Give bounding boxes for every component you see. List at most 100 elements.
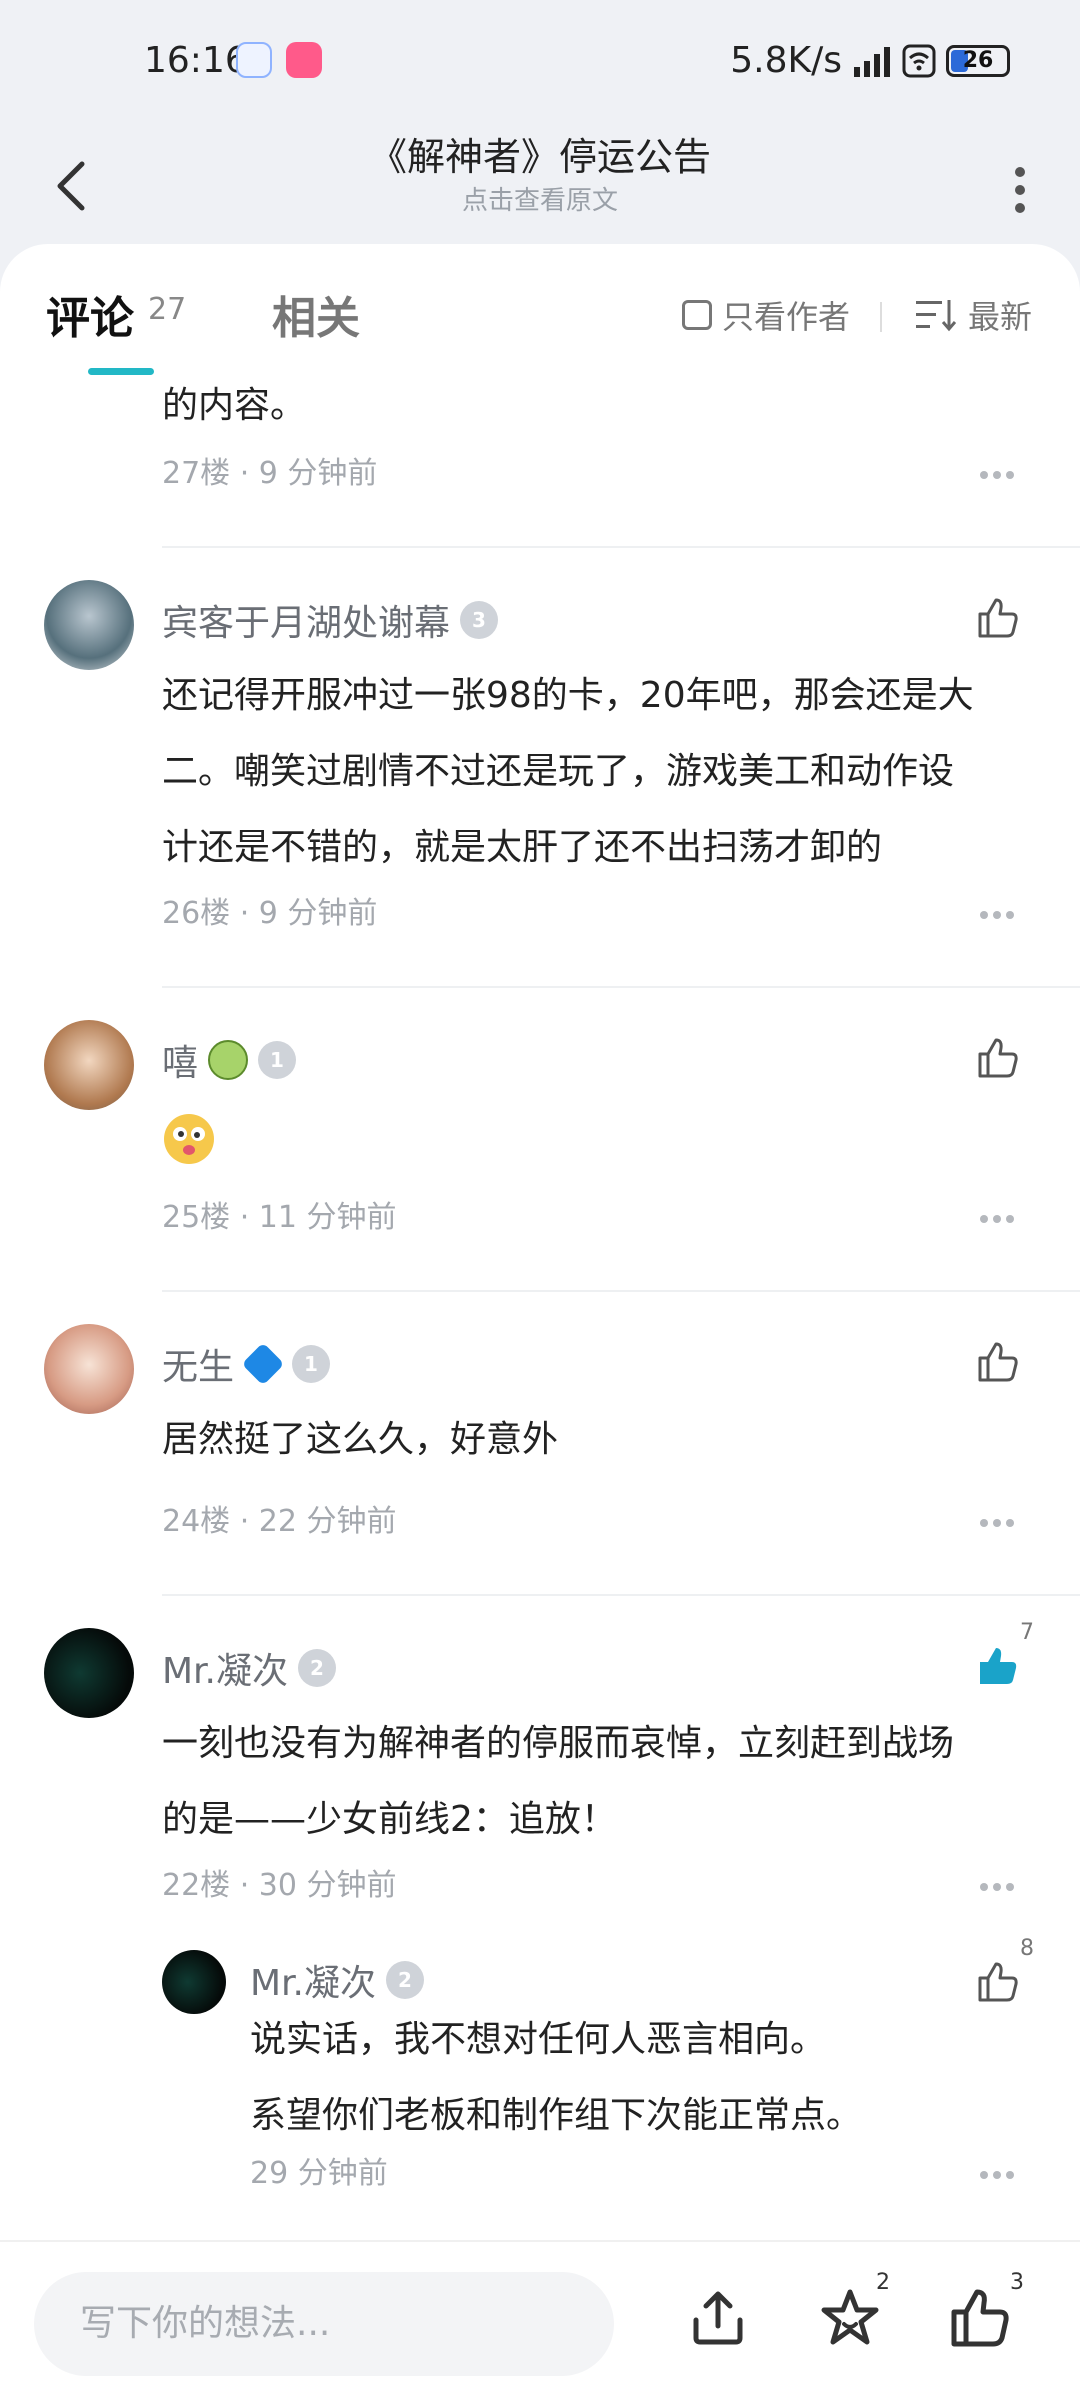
- reply-username[interactable]: Mr.凝次 2: [250, 1954, 425, 2006]
- floor-number: 24楼: [162, 1504, 231, 1539]
- like-icon[interactable]: [948, 2286, 1012, 2350]
- comment-line: 二。嘲笑过剧情不过还是玩了，游戏美工和动作设: [162, 751, 955, 792]
- comment-more-icon[interactable]: [980, 1208, 1020, 1223]
- reply-avatar[interactable]: [162, 1950, 226, 2014]
- page-title[interactable]: 《解神者》停运公告: [0, 126, 1080, 181]
- like-count: 7: [1020, 1620, 1034, 1645]
- bilibili-notification-icon: [286, 42, 322, 78]
- floor-number: 27楼: [162, 456, 231, 491]
- comment-more-icon[interactable]: [980, 464, 1020, 479]
- title-bar: 《解神者》停运公告 点击查看原文: [0, 120, 1080, 250]
- comment-meta: 25楼 · 11 分钟前: [162, 1200, 397, 1235]
- comment-more-icon[interactable]: [980, 1876, 1020, 1891]
- sort-label: 最新: [968, 298, 1033, 336]
- comment-more-icon[interactable]: [980, 1512, 1020, 1527]
- comments-sheet: 评论 27 相关 只看作者 最新 的内容。 27楼 · 9 分钟前 宾客于月湖处…: [0, 244, 1080, 2244]
- comment-input[interactable]: 写下你的想法...: [34, 2272, 614, 2376]
- comment-text: 的内容。: [162, 385, 307, 426]
- tab-bar: 评论 27 相关 只看作者 最新: [0, 244, 1080, 384]
- status-time: 16:16: [144, 40, 248, 81]
- comment-time: 30 分钟前: [258, 1868, 397, 1903]
- avatar[interactable]: [44, 1020, 134, 1110]
- divider: [162, 986, 1080, 988]
- battery-icon: 26: [946, 44, 1010, 77]
- floor-number: 26楼: [162, 896, 231, 931]
- author-only-toggle[interactable]: 只看作者: [682, 292, 850, 338]
- comment-time: 22 分钟前: [258, 1504, 397, 1539]
- comment-text: 还记得开服冲过一张98的卡，20年吧，那会还是大 二。嘲笑过剧情不过还是玩了，游…: [162, 658, 1042, 886]
- favorite-count: 2: [876, 2270, 890, 2295]
- username[interactable]: 宾客于月湖处谢幕 3: [162, 594, 499, 646]
- username-text: Mr.凝次: [250, 1963, 377, 2004]
- sort-toggle[interactable]: 最新: [916, 292, 1032, 338]
- battery-level: 26: [962, 47, 994, 73]
- level-badge: 2: [386, 1961, 425, 1999]
- username-text: Mr.凝次: [162, 1651, 289, 1692]
- liked-icon[interactable]: [976, 1644, 1020, 1688]
- comments-count: 27: [148, 292, 187, 327]
- username[interactable]: 无生 1: [162, 1338, 331, 1390]
- level-badge: 2: [298, 1649, 337, 1687]
- comment-more-icon[interactable]: [980, 2164, 1020, 2179]
- like-icon[interactable]: [976, 1340, 1020, 1384]
- like-icon[interactable]: [976, 1960, 1020, 2004]
- level-badge: 1: [292, 1345, 331, 1383]
- comment-meta: 22楼 · 30 分钟前: [162, 1868, 397, 1903]
- username-text: 嘻: [162, 1043, 199, 1084]
- comment-meta: 26楼 · 9 分钟前: [162, 896, 378, 931]
- reply-line: 系望你们老板和制作组下次能正常点。: [250, 2095, 863, 2136]
- divider: [162, 546, 1080, 548]
- network-speed: 5.8K/s: [730, 40, 842, 81]
- comment-line: 一刻也没有为解神者的停服而哀悼，立刻赶到战场: [162, 1723, 955, 1764]
- comment-text: 一刻也没有为解神者的停服而哀悼，立刻赶到战场 的是——少女前线2：追放！: [162, 1706, 1042, 1858]
- view-original-link[interactable]: 点击查看原文: [0, 180, 1080, 217]
- status-right: 5.8K/s 26: [730, 40, 1010, 81]
- comment-line: 计还是不错的，就是太肝了还不出扫荡才卸的: [162, 827, 883, 868]
- like-count: 8: [1020, 1936, 1034, 1961]
- reply-line: 说实话，我不想对任何人恶言相向。: [250, 2019, 827, 2060]
- tab-comments[interactable]: 评论: [46, 282, 134, 346]
- bottom-bar: 写下你的想法... 2 3: [0, 2240, 1080, 2400]
- favorite-star-icon[interactable]: [818, 2286, 882, 2350]
- level-badge: 3: [460, 601, 499, 639]
- username[interactable]: Mr.凝次 2: [162, 1642, 337, 1694]
- avatar[interactable]: [44, 1628, 134, 1718]
- divider: [162, 1290, 1080, 1292]
- author-only-label: 只看作者: [722, 298, 851, 336]
- signal-icon: [854, 46, 890, 77]
- floor-number: 22楼: [162, 1868, 231, 1903]
- checkbox-icon[interactable]: [682, 300, 712, 330]
- status-bar: 16:16 5.8K/s 26: [0, 0, 1080, 120]
- avatar[interactable]: [44, 580, 134, 670]
- wifi-icon: [902, 44, 936, 77]
- comment-text: 居然挺了这么久，好意外: [162, 1419, 559, 1460]
- more-options-icon[interactable]: [1000, 150, 1040, 230]
- like-icon[interactable]: [976, 1036, 1020, 1080]
- like-icon[interactable]: [976, 596, 1020, 640]
- qq-notification-icon: [236, 42, 272, 78]
- reply-text: 说实话，我不想对任何人恶言相向。 系望你们老板和制作组下次能正常点。: [250, 2002, 1050, 2154]
- sort-icon: [916, 300, 956, 332]
- divider: [880, 302, 882, 332]
- avatar[interactable]: [44, 1324, 134, 1414]
- username[interactable]: 嘻 1: [162, 1034, 297, 1086]
- comment-line: 还记得开服冲过一张98的卡，20年吧，那会还是大: [162, 675, 974, 716]
- level-badge: 1: [258, 1041, 297, 1079]
- comment-time: 11 分钟前: [258, 1200, 397, 1235]
- username-text: 宾客于月湖处谢幕: [162, 603, 451, 644]
- like-count: 3: [1010, 2270, 1024, 2295]
- comment-meta: 24楼 · 22 分钟前: [162, 1504, 397, 1539]
- divider: [162, 1594, 1080, 1596]
- pixel-avatar-badge-icon: [208, 1040, 249, 1080]
- comment-meta: 27楼 · 9 分钟前: [162, 456, 378, 491]
- username-text: 无生: [162, 1347, 235, 1388]
- comment-line: 的是——少女前线2：追放！: [162, 1799, 617, 1840]
- comment-more-icon[interactable]: [980, 904, 1020, 919]
- reply-time: 29 分钟前: [250, 2156, 388, 2191]
- tab-related[interactable]: 相关: [272, 282, 360, 346]
- active-tab-indicator: [88, 368, 154, 375]
- comment-time: 9 分钟前: [258, 456, 378, 491]
- share-icon[interactable]: [686, 2286, 750, 2350]
- comment-time: 9 分钟前: [258, 896, 378, 931]
- gamepad-badge-icon: [241, 1342, 285, 1386]
